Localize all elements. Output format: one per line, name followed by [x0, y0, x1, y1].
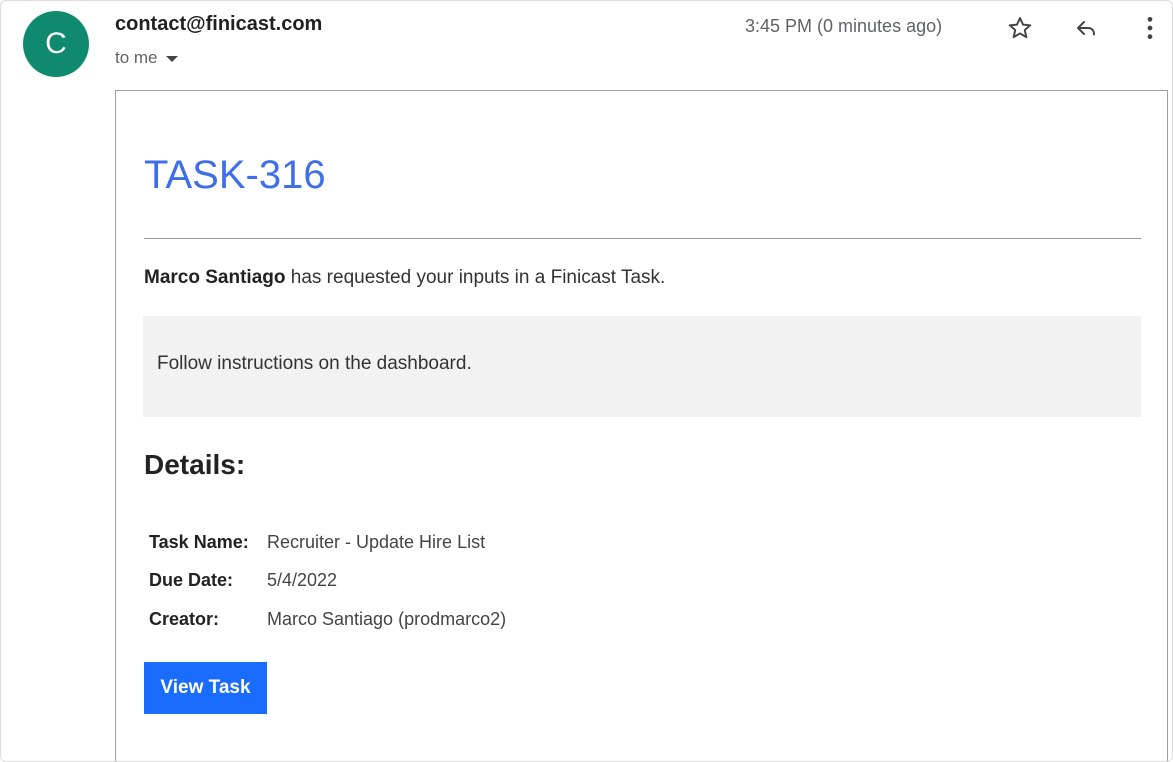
more-vert-icon: [1147, 16, 1153, 40]
email-body: TASK-316 Marco Santiago has requested yo…: [115, 90, 1168, 761]
chevron-down-icon: [165, 56, 178, 62]
star-button[interactable]: [1003, 11, 1037, 45]
more-options-button[interactable]: [1133, 11, 1167, 45]
request-message: Marco Santiago has requested your inputs…: [144, 267, 665, 289]
request-text: has requested your inputs in a Finicast …: [285, 267, 666, 288]
detail-key: Due Date:: [149, 570, 234, 591]
task-title: TASK-316: [144, 153, 326, 197]
reply-icon: [1077, 21, 1095, 36]
detail-row-task-name: Task Name: Recruiter - Update Hire List: [149, 523, 506, 562]
details-table: Task Name: Recruiter - Update Hire List …: [149, 523, 506, 639]
detail-value: Marco Santiago (prodmarco2): [267, 608, 507, 629]
requester-name: Marco Santiago: [144, 267, 286, 288]
instructions-text: Follow instructions on the dashboard.: [157, 353, 472, 374]
divider: [144, 238, 1141, 239]
detail-key: Creator:: [149, 608, 220, 629]
detail-value: 5/4/2022: [267, 570, 338, 591]
detail-row-creator: Creator: Marco Santiago (prodmarco2): [149, 600, 506, 639]
sender-address[interactable]: contact@finicast.com: [115, 13, 322, 36]
details-heading: Details:: [144, 449, 246, 480]
email-timestamp: 3:45 PM (0 minutes ago): [745, 16, 943, 36]
instructions-box: Follow instructions on the dashboard.: [143, 316, 1141, 417]
sender-avatar[interactable]: C: [23, 11, 89, 77]
view-task-button[interactable]: View Task: [144, 662, 267, 714]
detail-key: Task Name:: [149, 531, 249, 552]
recipient-label: to me: [115, 48, 158, 67]
star-icon: [1008, 17, 1032, 39]
reply-button[interactable]: [1069, 11, 1103, 45]
detail-row-due-date: Due Date: 5/4/2022: [149, 562, 506, 601]
avatar-letter: C: [45, 27, 67, 60]
email-view: C contact@finicast.com to me 3:45 PM (0 …: [0, 0, 1173, 762]
detail-value: Recruiter - Update Hire List: [267, 531, 486, 552]
recipient-toggle[interactable]: to me: [115, 48, 178, 68]
